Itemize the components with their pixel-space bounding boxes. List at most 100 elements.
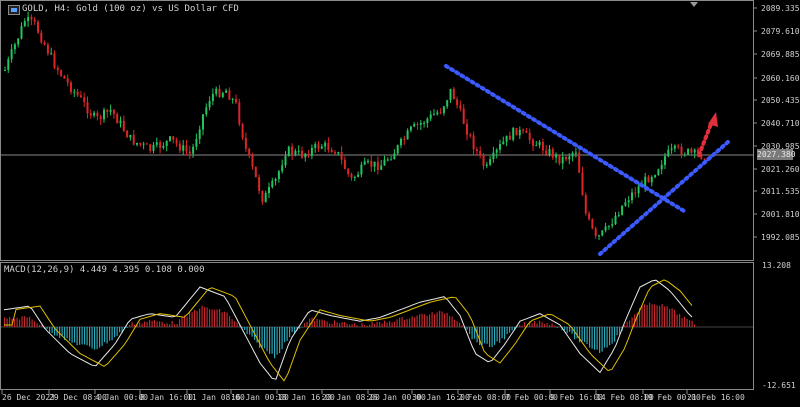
candle-body xyxy=(528,132,531,140)
macd-histogram-bar xyxy=(366,325,368,327)
candle-body xyxy=(195,138,198,147)
macd-histogram-bar xyxy=(419,314,421,327)
macd-histogram-bar xyxy=(459,322,461,327)
macd-histogram-bar xyxy=(141,323,143,327)
macd-histogram-bar xyxy=(46,327,48,329)
breakout-arrow-shaft[interactable] xyxy=(697,122,713,157)
macd-histogram-bar xyxy=(279,327,281,354)
candle-body xyxy=(116,114,119,124)
macd-histogram-bar xyxy=(651,304,653,327)
candle-body xyxy=(294,150,297,155)
macd-histogram-bar xyxy=(576,327,578,339)
candle-body xyxy=(185,145,188,152)
macd-histogram-bar xyxy=(466,327,468,330)
macd-histogram-bar xyxy=(284,327,286,343)
macd-histogram-bar xyxy=(524,322,526,327)
candle-body xyxy=(334,152,336,154)
candle-body xyxy=(571,152,574,157)
descending-trendline[interactable] xyxy=(444,64,686,213)
macd-histogram-bar xyxy=(649,302,651,327)
candle-body xyxy=(433,114,435,116)
macd-histogram-bar xyxy=(31,319,33,327)
chart-title: GOLD, H4: Gold (100 oz) vs US Dollar CFD xyxy=(22,4,239,14)
candle-body xyxy=(225,90,228,93)
macd-histogram-bar xyxy=(189,312,191,327)
macd-histogram-bar xyxy=(334,320,336,327)
macd-histogram-bar xyxy=(644,304,646,327)
macd-histogram-bar xyxy=(674,309,676,327)
macd-histogram-bar xyxy=(441,311,443,327)
candle-body xyxy=(512,127,515,140)
macd-histogram-bar xyxy=(236,322,238,327)
candle-body xyxy=(320,146,323,149)
macd-histogram-bar xyxy=(486,327,488,344)
macd-histogram-bar xyxy=(264,327,266,349)
candle-body xyxy=(310,147,313,156)
macd-histogram-bar xyxy=(581,327,583,342)
candle-body xyxy=(426,118,429,123)
macd-histogram-bar xyxy=(656,305,658,327)
macd-histogram-bar xyxy=(666,306,668,327)
macd-histogram-bar xyxy=(421,313,423,327)
price-chart-canvas[interactable] xyxy=(0,0,800,407)
candle-body xyxy=(291,146,294,155)
price-axis-label: 2021.260 xyxy=(761,165,800,174)
candle-body xyxy=(258,177,261,191)
macd-histogram-bar xyxy=(676,314,678,327)
candle-body xyxy=(502,141,505,145)
candle-body xyxy=(449,88,452,101)
candle-body xyxy=(297,150,300,152)
macd-histogram-bar xyxy=(414,317,416,327)
candle-body xyxy=(495,149,498,153)
macd-histogram-bar xyxy=(221,312,223,327)
candle-body xyxy=(20,26,23,39)
candle-body xyxy=(505,135,508,142)
candle-body xyxy=(340,152,343,160)
candle-body xyxy=(122,120,125,131)
candle-body xyxy=(442,106,445,114)
time-axis-label: 26 Dec 2023 xyxy=(2,393,55,402)
macd-histogram-bar xyxy=(81,327,83,345)
candle-body xyxy=(568,156,571,160)
macd-histogram-bar xyxy=(404,319,406,327)
macd-histogram-bar xyxy=(551,323,553,327)
candle-body xyxy=(578,152,581,173)
candle-body xyxy=(17,38,20,45)
candle-body xyxy=(459,105,462,109)
macd-histogram-bar xyxy=(6,318,8,327)
candle-body xyxy=(538,142,541,146)
candle-body xyxy=(683,154,686,156)
candle-body xyxy=(677,145,680,147)
candle-body xyxy=(231,98,234,100)
macd-histogram-bar xyxy=(291,327,293,333)
macd-histogram-bar xyxy=(84,327,86,345)
chart-window[interactable]: GOLD, H4: Gold (100 oz) vs US Dollar CFD… xyxy=(0,0,800,407)
macd-histogram-bar xyxy=(604,327,606,348)
macd-histogram-bar xyxy=(469,327,471,335)
macd-histogram-bar xyxy=(336,322,338,327)
macd-histogram-bar xyxy=(191,312,193,327)
candle-body xyxy=(76,91,79,96)
candle-body xyxy=(63,75,66,79)
candle-body xyxy=(244,138,247,149)
macd-histogram-bar xyxy=(129,325,131,327)
macd-histogram-bar xyxy=(544,323,546,327)
candle-body xyxy=(601,230,604,236)
macd-histogram-bar xyxy=(194,310,196,327)
time-axis-label: 21 Feb 16:00 xyxy=(687,393,745,402)
price-axis-label: 2040.710 xyxy=(761,119,800,128)
macd-histogram-bar xyxy=(209,309,211,327)
macd-histogram-bar xyxy=(679,313,681,327)
macd-histogram-bar xyxy=(499,327,501,343)
scroll-marker-icon[interactable] xyxy=(690,2,698,7)
macd-histogram-bar xyxy=(286,327,288,341)
candle-body xyxy=(330,150,333,153)
candle-body xyxy=(558,154,561,164)
macd-histogram-bar xyxy=(99,327,101,348)
macd-histogram-bar xyxy=(51,327,53,333)
macd-histogram-bar xyxy=(671,308,673,327)
macd-histogram-bar xyxy=(611,327,613,344)
candle-body xyxy=(647,176,650,183)
macd-histogram-bar xyxy=(416,315,418,327)
macd-histogram-bar xyxy=(79,327,81,345)
